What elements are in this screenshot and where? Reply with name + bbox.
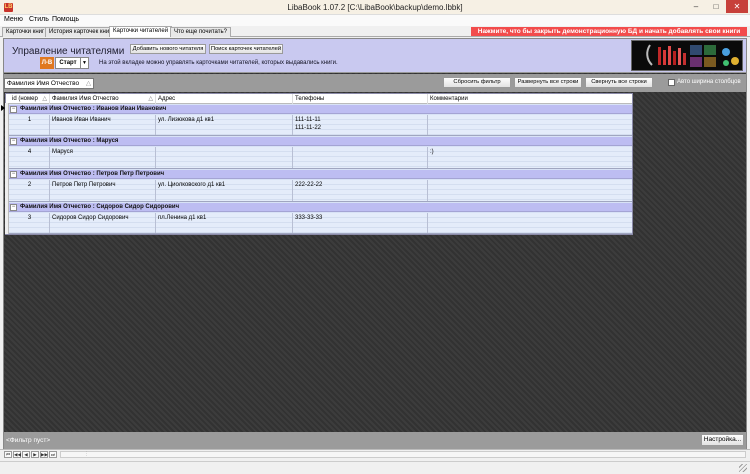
minimize-button[interactable]: – [686, 0, 706, 13]
grid-header: id (номер △ Фамилия Имя Отчество △ Адрес Т… [6, 94, 632, 104]
collapse-group-icon[interactable]: − [10, 171, 17, 178]
group-label: Фамилия Имя Отчество : Иванов Иван Ивано… [20, 106, 167, 112]
auto-width-checkbox[interactable] [668, 79, 675, 86]
sort-arrow-icon[interactable]: △ [86, 79, 91, 88]
current-row-indicator-icon [1, 105, 5, 111]
prev-record-icon[interactable]: ◀ [22, 451, 30, 458]
cell-id: 4 [10, 147, 50, 168]
tab-what-to-read[interactable]: Что еще почитать? [170, 27, 231, 37]
cell-id: 3 [10, 213, 50, 233]
close-window-button[interactable]: ✕ [726, 0, 748, 13]
settings-button[interactable]: Настройка... [701, 434, 744, 446]
cell-comment: :) [430, 149, 434, 155]
collapse-group-icon[interactable]: − [10, 138, 17, 145]
sort-arrow-icon: △ [148, 96, 153, 102]
decorative-banner-image [631, 40, 743, 71]
group-row[interactable]: − Фамилия Имя Отчество : Петров Петр Пет… [6, 170, 632, 179]
auto-width-label: Авто ширина столбцов [677, 79, 741, 85]
next-page-icon[interactable]: ▶▶ [40, 451, 48, 458]
panel-description: На этой вкладке можно управлять карточка… [99, 60, 338, 66]
cell-name: Иванов Иван Иванич [50, 115, 156, 135]
group-label: Фамилия Имя Отчество : Сидоров Сидор Сид… [20, 204, 180, 210]
menu-item-style[interactable]: Стиль [29, 16, 49, 23]
cell-phones [293, 147, 428, 168]
title-bar: LB LibaBook 1.07.2 [C:\LibaBook\backup\d… [0, 0, 750, 15]
window-status-bar [0, 461, 750, 474]
table-row[interactable]: 3 Сидоров Сидор Сидорович пл.Ленина д1 к… [6, 213, 632, 234]
cell-address: пл.Ленина д1 кв1 [156, 213, 293, 233]
first-record-icon[interactable]: ⏮ [4, 451, 12, 458]
cell-phones: 111-11-11 111-11-22 [293, 115, 428, 135]
next-record-icon[interactable]: ▶ [31, 451, 39, 458]
group-row[interactable]: − Фамилия Имя Отчество : Маруся [6, 137, 632, 146]
menu-bar: Меню Стиль Помощь [0, 15, 750, 26]
expand-all-rows-button[interactable]: Развернуть все строки [514, 77, 582, 88]
column-header-name[interactable]: Фамилия Имя Отчество △ [50, 94, 156, 104]
cell-name: Маруся [50, 147, 156, 168]
cell-phones: 222-22-22 [293, 180, 428, 201]
resize-grip-icon[interactable] [739, 464, 747, 472]
collapse-group-icon[interactable]: − [10, 106, 17, 113]
table-row[interactable]: 4 Маруся :) [6, 147, 632, 169]
start-button[interactable]: Старт [55, 57, 81, 69]
table-row[interactable]: 2 Петров Петр Петрович ул. Циолковского … [6, 180, 632, 202]
filter-status-text: <Фильтр пуст> [6, 437, 51, 444]
readers-grid: id (номер △ Фамилия Имя Отчество △ Адрес Т… [5, 93, 633, 235]
group-by-field-chip[interactable]: Фамилия Имя Отчество △ [4, 78, 94, 89]
phone-line: 333-33-33 [295, 215, 323, 221]
cell-name: Сидоров Сидор Сидорович [50, 213, 156, 233]
tab-book-cards[interactable]: Карточки книг [2, 27, 49, 37]
cell-address: ул. Циолковского д1 кв1 [156, 180, 293, 201]
phone-line: 111-11-11 [295, 117, 321, 123]
cell-address [156, 147, 293, 168]
sort-arrow-icon: △ [42, 96, 47, 102]
start-dropdown-arrow[interactable]: ▼ [81, 57, 89, 69]
phone-line: 222-22-22 [295, 182, 323, 188]
filter-status-bar [4, 432, 746, 449]
phone-line: 111-11-22 [295, 124, 322, 131]
group-label: Фамилия Имя Отчество : Маруся [20, 138, 119, 144]
scroll-thumb-icon[interactable]: ⋮ [84, 451, 89, 457]
search-reader-cards-button[interactable]: Поиск карточек читателей [209, 44, 283, 54]
banner-art-icon [632, 41, 742, 70]
window-title: LibaBook 1.07.2 [C:\LibaBook\backup\demo… [287, 3, 463, 12]
group-row[interactable]: − Фамилия Имя Отчество : Сидоров Сидор С… [6, 203, 632, 212]
reset-filter-button[interactable]: Сбросить фильтр [443, 77, 511, 88]
add-reader-button[interactable]: Добавить нового читателя [130, 44, 206, 54]
column-header-id[interactable]: id (номер △ [10, 94, 50, 104]
cell-name: Петров Петр Петрович [50, 180, 156, 201]
column-header-address[interactable]: Адрес [156, 94, 293, 104]
cell-id: 1 [10, 115, 50, 135]
cell-comment [428, 180, 632, 201]
tab-reader-cards[interactable]: Карточки читателей [109, 26, 173, 37]
collapse-group-icon[interactable]: − [10, 204, 17, 211]
menu-item-help[interactable]: Помощь [52, 16, 79, 23]
close-demo-db-banner[interactable]: Нажмите, что бы закрыть демонстрационную… [471, 27, 747, 36]
collapse-all-rows-button[interactable]: Свернуть все строки [585, 77, 653, 88]
cell-phones: 333-33-33 [293, 213, 428, 233]
horizontal-scrollbar[interactable] [60, 451, 746, 458]
row-selector-column[interactable] [5, 103, 9, 234]
prev-page-icon[interactable]: ◀◀ [13, 451, 21, 458]
cell-comment [428, 213, 632, 233]
tab-book-history[interactable]: История карточек книг [45, 27, 116, 37]
table-row[interactable]: 1 Иванов Иван Иванич ул. Лизюкова д1 кв1… [6, 115, 632, 136]
maximize-button[interactable]: □ [706, 0, 726, 13]
group-label: Фамилия Имя Отчество : Петров Петр Петро… [20, 171, 165, 177]
menu-item-main[interactable]: Меню [4, 16, 23, 23]
cell-comment [428, 115, 632, 135]
column-header-comments[interactable]: Комментарии [428, 94, 632, 104]
page-title: Управление читателями [12, 46, 125, 57]
group-by-field-label: Фамилия Имя Отчество [7, 80, 80, 87]
libabook-start-icon: Л-В [40, 57, 54, 69]
cell-address: ул. Лизюкова д1 кв1 [156, 115, 293, 135]
last-record-icon[interactable]: ⏭ [49, 451, 57, 458]
cell-id: 2 [10, 180, 50, 201]
group-row[interactable]: − Фамилия Имя Отчество : Иванов Иван Ива… [6, 105, 632, 114]
column-header-phones[interactable]: Телефоны [293, 94, 428, 104]
